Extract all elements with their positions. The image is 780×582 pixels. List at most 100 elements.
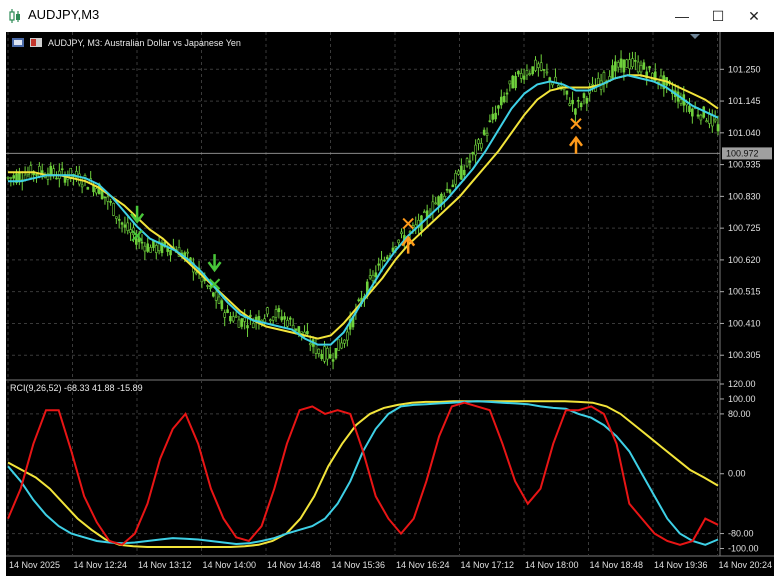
candle-body [488, 120, 492, 123]
candle-body [397, 239, 400, 244]
candle-body [123, 224, 127, 228]
minimize-button[interactable]: — [664, 0, 700, 32]
candle-body [502, 95, 506, 103]
price-tick-label: 100.305 [728, 350, 761, 360]
candle-body [286, 319, 289, 327]
candle-body [220, 300, 224, 310]
candle-body [200, 276, 204, 283]
candle-body [648, 66, 651, 69]
candle-body [619, 58, 623, 68]
candle-body [274, 309, 278, 318]
candle-body [143, 245, 147, 252]
candle-body [35, 174, 38, 176]
candle-body [477, 139, 480, 144]
candle-body [263, 318, 266, 323]
candle-body [328, 354, 332, 359]
candle-body [243, 317, 246, 322]
candle-body [539, 62, 543, 71]
price-axis: 101.250 101.145 101.040 100.935 100.830 100.7… [720, 64, 772, 554]
price-tick-label: 100.620 [728, 255, 761, 265]
candle-body [100, 190, 104, 200]
candle-body [491, 113, 495, 120]
candle-body [60, 168, 64, 171]
candle-body [6, 176, 10, 179]
candle-body [149, 247, 152, 253]
candle-body [251, 322, 255, 328]
candle-body [462, 169, 466, 176]
price-tick-label: 100.830 [728, 191, 761, 201]
candle-body [537, 63, 540, 68]
symbol-icon-mark [31, 39, 36, 46]
time-label: 14 Nov 2025 [9, 560, 60, 570]
candle-body [288, 317, 292, 320]
candle-body [642, 62, 646, 70]
candle-body [249, 314, 252, 317]
candle-body [465, 158, 469, 167]
candle-body [283, 316, 286, 320]
candle-body [616, 62, 620, 68]
candle-body [343, 339, 346, 344]
candle-body [240, 318, 244, 327]
time-label: 14 Nov 14:00 [203, 560, 257, 570]
candle-body [628, 59, 631, 69]
grid [6, 32, 774, 557]
rci-tick-label: -100.00 [728, 544, 759, 554]
candle-body [480, 142, 483, 149]
candle-body [636, 61, 640, 73]
price-panel[interactable] [6, 50, 720, 370]
candle-body [271, 316, 275, 321]
candle-body [482, 129, 486, 135]
candle-body [117, 219, 121, 221]
close-button[interactable]: ✕ [736, 0, 772, 32]
time-label: 14 Nov 16:24 [396, 560, 450, 570]
candle-body [320, 353, 323, 359]
candle-body [52, 168, 55, 176]
candle-body [154, 245, 158, 253]
maximize-button[interactable]: ☐ [700, 0, 736, 32]
chart-legend: AUDJPY, M3: Australian Dollar vs Japanes… [12, 38, 241, 48]
candle-body [297, 326, 301, 333]
candle-body [542, 69, 546, 71]
candle-body [545, 71, 549, 74]
candle-body [688, 105, 691, 112]
candle-body [95, 188, 98, 194]
price-tick-label: 100.410 [728, 318, 761, 328]
candle-body [691, 108, 694, 117]
candle-body [699, 114, 703, 121]
candle-body [611, 65, 614, 79]
time-label: 14 Nov 18:00 [525, 560, 579, 570]
candle-body [508, 80, 512, 85]
candle-body [471, 152, 475, 155]
candle-body [340, 342, 343, 349]
candle-body [223, 312, 227, 318]
price-tick-label: 100.515 [728, 287, 761, 297]
candle-body [385, 256, 389, 260]
candle-body [280, 316, 284, 321]
candle-body [551, 82, 554, 86]
candle-body [505, 92, 509, 95]
time-label: 14 Nov 19:36 [654, 560, 708, 570]
candle-body [269, 319, 272, 322]
candle-body [323, 346, 326, 362]
candle-body [442, 195, 446, 200]
sell-arrow-icon [207, 254, 222, 273]
time-label: 14 Nov 20:24 [719, 560, 773, 570]
candle-body [115, 216, 118, 219]
chart-canvas[interactable]: 101.250 101.145 101.040 100.935 100.830 100.7… [6, 32, 774, 576]
candle-body [12, 175, 16, 179]
candle-body [277, 308, 281, 313]
candle-body [112, 203, 115, 216]
candle-body [103, 196, 107, 199]
close-icon: ✕ [748, 7, 760, 24]
candle-body [576, 100, 580, 102]
candle-body [423, 211, 426, 214]
price-tick-label: 101.145 [728, 96, 761, 106]
rci-tick-label: 80.00 [728, 409, 751, 419]
candle-body [574, 108, 577, 115]
candle-body [106, 196, 110, 202]
candle-body [126, 222, 130, 231]
rci-legend: RCI(9,26,52) -68.33 41.88 -15.89 [10, 383, 143, 393]
buy-cross-icon [402, 217, 414, 230]
candle-body [639, 65, 643, 73]
candle-body [696, 114, 700, 117]
